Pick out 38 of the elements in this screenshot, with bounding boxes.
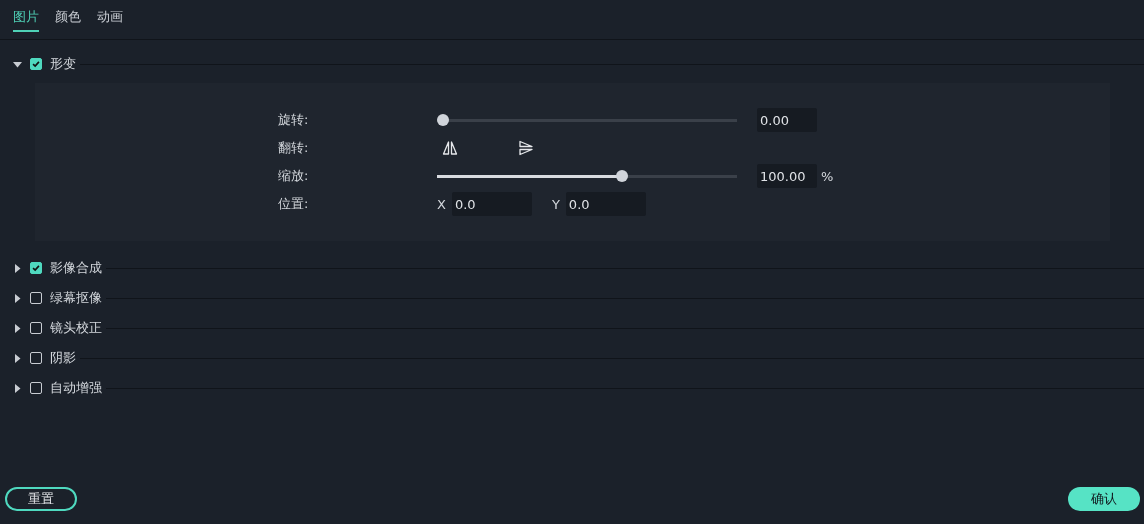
checkbox[interactable]: [30, 58, 42, 70]
slider-thumb[interactable]: [615, 170, 628, 182]
flip-vertical-icon[interactable]: [518, 140, 534, 156]
setting-label: 缩放:: [278, 167, 310, 185]
slider-thumb[interactable]: [437, 114, 449, 126]
axis-label: Y: [551, 196, 560, 212]
expand-arrow-icon[interactable]: [13, 293, 22, 303]
axis-label: X: [437, 196, 446, 212]
collapse-arrow-icon[interactable]: [13, 59, 22, 69]
flip-horizontal-icon[interactable]: [442, 140, 458, 156]
checkbox[interactable]: [30, 352, 42, 364]
expand-arrow-icon[interactable]: [13, 383, 22, 393]
tab[interactable]: 动画: [97, 8, 123, 32]
checkbox[interactable]: [30, 382, 42, 394]
checkbox[interactable]: [30, 292, 42, 304]
setting-label: 位置:: [278, 195, 310, 213]
position-field[interactable]: 0.0: [565, 192, 646, 216]
value-field[interactable]: 100.00: [757, 164, 817, 188]
position-field[interactable]: 0.0: [451, 192, 532, 216]
section-title: 形变: [50, 55, 76, 73]
expand-arrow-icon[interactable]: [13, 263, 22, 273]
setting-label: 旋转:: [278, 111, 310, 129]
tab[interactable]: 图片: [13, 8, 39, 32]
section-title: 自动增强: [50, 379, 102, 397]
tab[interactable]: 颜色: [55, 8, 81, 32]
section-title: 绿幕抠像: [50, 289, 102, 307]
section-title: 镜头校正: [50, 319, 102, 337]
value-field[interactable]: 0.00: [757, 108, 817, 132]
setting-label: 翻转:: [278, 139, 310, 157]
checkbox[interactable]: [30, 322, 42, 334]
section-title: 阴影: [50, 349, 76, 367]
unit-label: %: [821, 168, 834, 184]
expand-arrow-icon[interactable]: [13, 323, 22, 333]
expand-arrow-icon[interactable]: [13, 353, 22, 363]
section-title: 影像合成: [50, 259, 102, 277]
confirm-button[interactable]: 确认: [1068, 487, 1140, 511]
checkbox[interactable]: [30, 262, 42, 274]
reset-button[interactable]: 重置: [5, 487, 77, 511]
